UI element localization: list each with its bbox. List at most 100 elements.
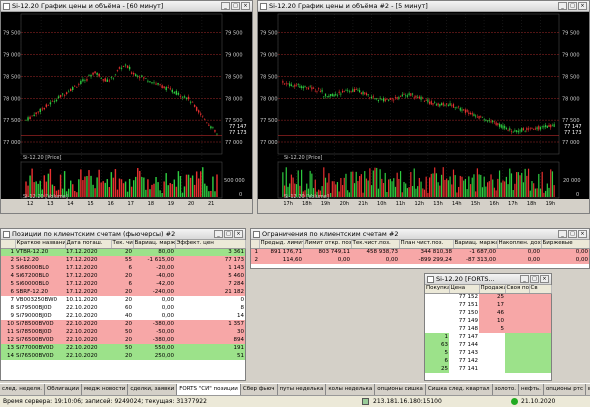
positions-row[interactable]: 7 VB003250BW0 10.11.2020 20 0,00 0 [1,296,245,304]
orderbook-row[interactable]: 77 150 46 [425,309,551,317]
positions-column-header[interactable]: Вариац. маржа [133,240,176,249]
chart2-canvas[interactable]: 79 500 79 500 79 000 79 000 78 500 78 500 78 0… [258,12,589,213]
positions-row[interactable]: 10 Si78500BV0D 22.10.2020 20 -380,00 1 357 [1,320,245,328]
close-icon[interactable]: × [241,2,250,10]
workspace-tab[interactable]: медж новости [82,384,129,395]
chart1-canvas[interactable]: 79 500 79 500 79 000 79 000 78 500 78 500 78 0… [1,12,252,213]
orderbook-column-header[interactable]: Своя по [505,285,530,294]
workspace-tab[interactable]: втб [586,384,590,395]
minimize-icon[interactable]: _ [558,2,567,10]
positions-row[interactable]: 12 Si76500BV0D 22.10.2020 20 -380,00 894 [1,336,245,344]
positions-column-header[interactable]: Дата погаш. [65,240,112,249]
volume-bar [340,178,342,197]
orderbook-column-header[interactable]: Цена [449,285,480,294]
positions-cell-date: 22.10.2020 [65,304,111,312]
candle-body [326,96,328,98]
candle-body [336,95,339,96]
workspace-tab[interactable]: Сишка след. квартал [426,384,493,395]
positions-row[interactable]: 13 Si77000BV0D 22.10.2020 50 550,00 191 [1,344,245,352]
limits-row[interactable]: 1 891 176,71 803 749,11 458 938,73 344 810,3… [251,248,589,256]
limits-titlebar[interactable]: Ограничения по клиентским счетам #2 _ □ … [251,229,589,240]
workspace-tab[interactable]: Облигации [45,384,82,395]
workspace-tab[interactable]: золото. [493,384,520,395]
workspace-tab[interactable]: опционы ртс [544,384,586,395]
positions-row[interactable]: 6 SBRF-12.20 17.12.2020 20 -240,00 21 182 [1,288,245,296]
chart2-titlebar[interactable]: Si-12.20 График цены и объёма #2 - [5 ми… [258,1,589,12]
positions-column-header[interactable]: Тек. чист. [111,240,134,249]
limits-column-header[interactable]: Предыд. лимит [259,240,304,249]
maximize-icon[interactable]: □ [224,230,233,238]
limits-column-header[interactable]: Биржевые [541,240,590,249]
positions-cell-date: 22.10.2020 [65,336,111,344]
maximize-icon[interactable]: □ [231,2,240,10]
orderbook-row[interactable]: 77 152 25 [425,293,551,301]
orderbook-row[interactable]: 5 77 143 [425,349,551,357]
minimize-icon[interactable]: _ [214,230,223,238]
volume-bar [159,190,161,197]
orderbook-row[interactable]: 77 149 10 [425,317,551,325]
volume-bar [381,178,383,197]
positions-column-header[interactable]: Эффект. цен [175,240,246,249]
candle-body [51,101,54,102]
limits-row[interactable]: 2 114,60 0,00 0,00 -899 299,24 -87 313,00 0,00… [251,256,589,264]
positions-row[interactable]: 9 Si79000BJ0D 22.10.2020 40 0,00 14 [1,312,245,320]
workspace-tab[interactable]: нефть. [519,384,544,395]
volume-bar [512,190,514,197]
positions-row[interactable]: 2 Si-12.20 17.12.2020 55 -1 615,00 77 173 [1,256,245,264]
close-icon[interactable]: × [234,230,243,238]
orderbook-titlebar[interactable]: Si-12.20 [FORTS... _ □ × [425,274,551,285]
candle-body [437,103,439,106]
close-icon[interactable]: × [540,275,549,283]
workspace-tab[interactable]: Сбер фьюч [241,384,278,395]
workspace-tab[interactable]: путы неделька [278,384,327,395]
orderbook-column-header[interactable]: Продажа [479,285,506,294]
positions-row[interactable]: 1 VTBR-12.20 17.12.2020 20 80,00 3 361 [1,248,245,256]
positions-titlebar[interactable]: Позиции по клиентским счетам (фьючерсы) … [1,229,245,240]
workspace-tab[interactable]: след. неделя. [0,384,45,395]
positions-row[interactable]: 4 Si67200BL0 17.12.2020 20 -40,00 5 460 [1,272,245,280]
orderbook-row[interactable]: 6 77 142 [425,357,551,365]
positions-row[interactable]: 11 Si78500BJ0D 22.10.2020 50 -50,00 30 [1,328,245,336]
volume-bar [96,177,98,197]
positions-column-header[interactable]: Краткое название [15,240,66,249]
positions-row[interactable]: 3 Si68000BL0 17.12.2020 6 -20,00 1 143 [1,264,245,272]
maximize-icon[interactable]: □ [530,275,539,283]
workspace-tab[interactable]: опционы сишка [375,384,426,395]
volume-bar [132,180,135,197]
maximize-icon[interactable]: □ [568,2,577,10]
close-icon[interactable]: × [578,230,587,238]
limits-column-header[interactable]: Накоплен. доход [497,240,542,249]
positions-row[interactable]: 14 Si76500BV0D 22.10.2020 20 250,00 51 [1,352,245,360]
limits-column-header[interactable]: Лимит откр. поз. [303,240,352,249]
chart1-titlebar[interactable]: Si-12.20 График цены и объёма - [60 мину… [1,1,252,12]
workspace-tab[interactable]: колы неделька [326,384,376,395]
limits-column-header[interactable]: План чист.поз. [399,240,454,249]
volume-bar [126,191,129,197]
orderbook-row[interactable]: 63 77 144 [425,341,551,349]
minimize-icon[interactable]: _ [520,275,529,283]
candle-body [181,96,184,98]
limits-column-header[interactable]: Тек.чист.поз. [351,240,400,249]
volume-bar [141,176,143,197]
limits-column-header[interactable]: Вариац. маржа [453,240,498,249]
minimize-icon[interactable]: _ [558,230,567,238]
positions-row[interactable]: 8 Si79500BJ0D 22.10.2020 60 0,00 8 [1,304,245,312]
workspace-tab[interactable]: сделки, заявки [128,384,178,395]
orderbook-column-header[interactable]: Св [529,285,552,294]
candle-body [369,97,371,98]
minimize-icon[interactable]: _ [221,2,230,10]
positions-table: Краткое названиеДата погаш.Тек. чист.Вар… [1,240,246,360]
orderbook-row[interactable]: 1 77 147 [425,333,551,341]
orderbook-row[interactable]: 25 77 141 [425,365,551,373]
orderbook-column-header[interactable]: Покупка [425,285,450,294]
candle-body [157,83,159,85]
positions-row[interactable]: 5 Si60000BL0 17.12.2020 6 -42,00 7 284 [1,280,245,288]
candle-body [377,100,380,102]
workspace-tab[interactable]: FORTS "СИ" позиции [177,384,241,395]
orderbook-row[interactable]: 77 148 5 [425,325,551,333]
maximize-icon[interactable]: □ [568,230,577,238]
volume-bar [206,185,208,197]
volume-bar [80,169,82,197]
close-icon[interactable]: × [578,2,587,10]
orderbook-row[interactable]: 77 151 17 [425,301,551,309]
